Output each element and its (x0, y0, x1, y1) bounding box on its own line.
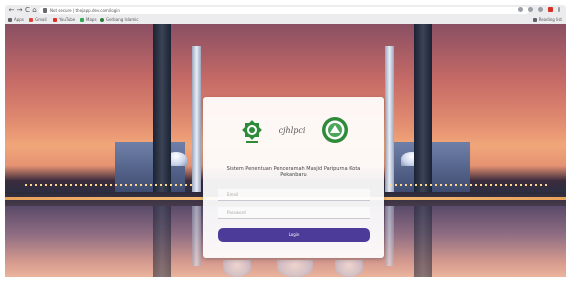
dome-reflection-2 (277, 260, 313, 277)
shore-lights-left (25, 184, 195, 186)
toolbar-icons (518, 7, 560, 12)
reading-list[interactable]: Reading list (532, 16, 562, 24)
youtube-icon (53, 18, 57, 22)
reading-list-icon (532, 18, 537, 22)
back-button[interactable]: ← (8, 7, 15, 14)
city-seal-icon (322, 117, 348, 143)
minaret-left-dark (153, 24, 171, 192)
browser-chrome: ← → C ⌂ Not secure | thejapp.dev.com/log… (5, 5, 566, 24)
logo-row: cjhlpci (203, 115, 384, 145)
menu-icon[interactable] (558, 7, 560, 12)
login-card: cjhlpci Sistem Penentuan Penceramah Masj… (203, 97, 384, 258)
bookmark-gerbang[interactable]: Gerbang Islamic (100, 16, 139, 24)
bookmark-maps[interactable]: Maps (80, 16, 97, 24)
minaret-left-white (192, 46, 201, 192)
share-icon[interactable] (518, 7, 523, 12)
gmail-icon (29, 18, 33, 22)
gerbang-icon (100, 18, 104, 22)
minaret-right-white-reflection (385, 206, 394, 266)
dome-reflection-1 (223, 260, 251, 277)
bookmark-apps[interactable]: Apps (8, 16, 24, 24)
home-button[interactable]: ⌂ (31, 7, 38, 14)
maps-icon (80, 18, 84, 22)
calligraphy-logo-icon: cjhlpci (279, 126, 305, 135)
minaret-right-white (385, 46, 394, 192)
address-bar[interactable]: Not secure | thejapp.dev.com/login (39, 7, 529, 14)
forward-button[interactable]: → (16, 7, 23, 14)
minaret-left-white-reflection (192, 206, 201, 266)
profile-icon[interactable] (548, 7, 553, 12)
mosque-logo-icon (242, 120, 262, 143)
calligraphy-logo-text: cjhlpci (279, 126, 305, 135)
page-viewport: cjhlpci Sistem Penentuan Penceramah Masj… (5, 24, 566, 277)
extensions-icon[interactable] (538, 7, 543, 12)
shore-lights-right (390, 184, 550, 186)
password-input[interactable] (218, 207, 370, 218)
minaret-right-reflection (414, 206, 432, 277)
bookmark-youtube[interactable]: YouTube (53, 16, 75, 24)
login-button[interactable]: Login (218, 228, 370, 242)
url-text: Not secure | thejapp.dev.com/login (50, 8, 120, 13)
minaret-right-dark (414, 24, 432, 192)
email-field[interactable] (218, 189, 370, 201)
lock-icon (43, 8, 47, 13)
reload-button[interactable]: C (24, 7, 31, 14)
bookmark-gmail[interactable]: Gmail (29, 16, 47, 24)
password-field[interactable] (218, 207, 370, 219)
minaret-left-reflection (153, 206, 171, 277)
star-icon[interactable] (528, 7, 533, 12)
apps-icon (8, 18, 12, 22)
email-input[interactable] (218, 189, 370, 200)
app-title: Sistem Penentuan Penceramah Masjid Parip… (226, 166, 361, 178)
bookmarks-bar: Apps Gmail YouTube Maps Gerbang Islamic … (5, 16, 566, 24)
dome-reflection-3 (335, 260, 363, 277)
